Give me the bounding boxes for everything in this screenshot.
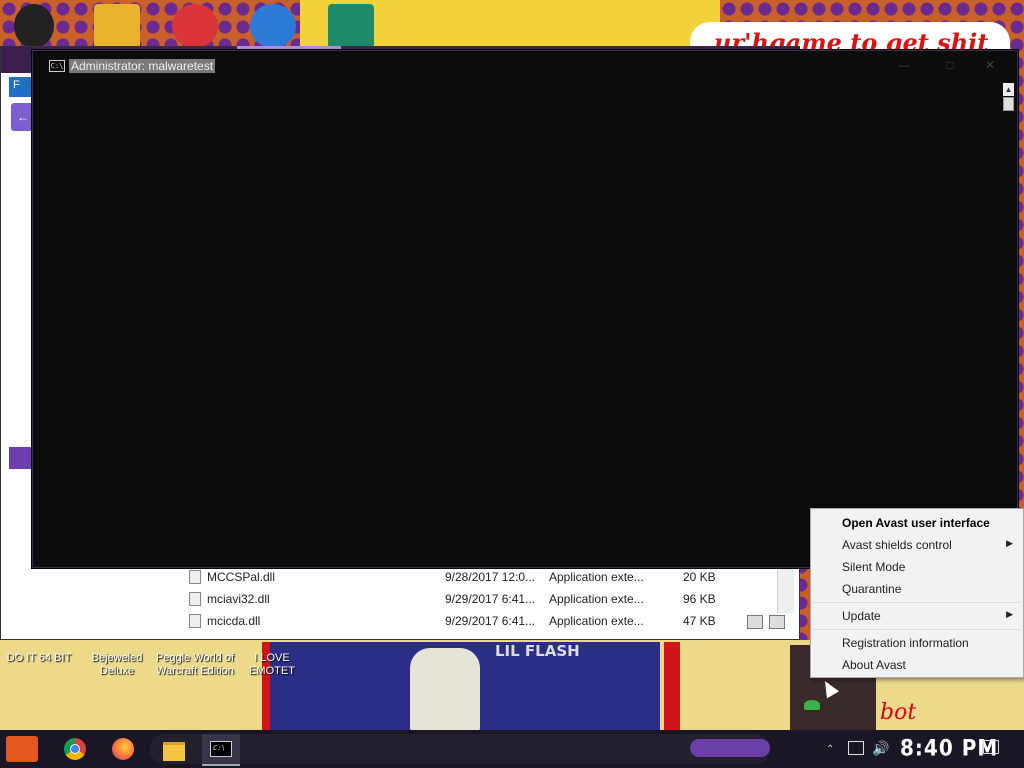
window-accent-bar [237, 46, 341, 49]
menu-item-label: Registration information [842, 636, 969, 650]
firefox-icon[interactable] [106, 734, 142, 764]
cmd-scrollbar[interactable]: ▲ [1001, 81, 1017, 567]
command-prompt-icon[interactable]: C:\ [49, 60, 65, 72]
dll-file-icon [189, 592, 201, 606]
menu-item-open-avast[interactable]: Open Avast user interface [811, 512, 1023, 534]
wallpaper-poster: LIL FLASH [270, 642, 660, 732]
desktop-icon-label[interactable]: I LOVE EMOTET [232, 652, 312, 678]
avast-tray-icon[interactable] [804, 700, 820, 710]
file-name: mciavi32.dll [207, 592, 270, 606]
shield-app-icon[interactable] [14, 4, 54, 48]
command-prompt-icon: C:\ [210, 741, 232, 757]
maximize-button[interactable]: □ [935, 55, 965, 75]
large-icons-view-icon[interactable] [769, 615, 785, 629]
details-view-icon[interactable] [747, 615, 763, 629]
publisher-icon[interactable] [328, 4, 374, 48]
wallpaper-red-bar [664, 642, 680, 732]
menu-item-update[interactable]: Update ▶ [811, 605, 1023, 627]
file-type: Application exte... [549, 592, 644, 606]
taskbar-search-strip [150, 734, 770, 764]
submenu-arrow-icon: ▶ [1006, 609, 1013, 619]
file-type: Application exte... [549, 570, 644, 584]
file-name: mcicda.dll [207, 614, 261, 628]
file-row[interactable]: mciavi32.dll 9/29/2017 6:41... Applicati… [169, 589, 777, 611]
menu-item-about-avast[interactable]: About Avast [811, 654, 1023, 676]
menu-item-shields-control[interactable]: Avast shields control ▶ [811, 534, 1023, 556]
menu-item-label: Update [842, 609, 881, 623]
command-prompt-taskbar-button[interactable]: C:\ [202, 734, 240, 766]
avast-context-menu: Open Avast user interface Avast shields … [810, 508, 1024, 678]
file-type: Application exte... [549, 614, 644, 628]
show-hidden-icons-icon[interactable]: ⌃ [826, 744, 834, 755]
file-size: 47 KB [683, 614, 716, 628]
start-icon[interactable] [6, 736, 38, 762]
file-explorer-icon[interactable] [156, 734, 192, 764]
menu-item-silent-mode[interactable]: Silent Mode [811, 556, 1023, 578]
desktop-icon-label[interactable]: Peggle World of Warcraft Edition [154, 652, 236, 678]
file-size: 96 KB [683, 592, 716, 606]
file-row[interactable]: mcicda.dll 9/29/2017 6:41... Application… [169, 611, 777, 631]
desktop-icon-label[interactable]: Bejeweled Deluxe [86, 652, 148, 678]
file-row[interactable]: MCCSPal.dll 9/28/2017 12:0... Applicatio… [169, 567, 777, 589]
menu-item-label: Quarantine [842, 582, 902, 596]
poster-title: LIL FLASH [495, 642, 580, 660]
menu-separator [813, 629, 1021, 630]
menu-item-quarantine[interactable]: Quarantine [811, 578, 1023, 600]
menu-separator [813, 602, 1021, 603]
close-button[interactable]: ✕ [975, 55, 1005, 75]
action-center-icon[interactable] [983, 740, 999, 754]
file-date: 9/29/2017 6:41... [445, 614, 536, 628]
volume-icon[interactable]: 🔊 [872, 740, 889, 757]
menu-item-label: Silent Mode [842, 560, 906, 574]
menu-item-label: About Avast [842, 658, 906, 672]
bejeweled-icon[interactable] [94, 4, 140, 48]
network-icon[interactable] [848, 741, 864, 755]
peggle-icon[interactable] [172, 4, 218, 48]
dll-file-icon [189, 570, 201, 584]
minimize-button[interactable]: — [889, 55, 919, 75]
scroll-up-icon[interactable]: ▲ [1003, 83, 1014, 96]
file-list: MCCSPal.dll 9/28/2017 12:0... Applicatio… [169, 567, 777, 633]
submenu-arrow-icon: ▶ [1006, 538, 1013, 548]
poster-figure [410, 648, 480, 732]
dll-file-icon [189, 614, 201, 628]
chrome-icon[interactable] [58, 734, 94, 764]
explorer-scrollbar[interactable] [777, 567, 794, 613]
menu-item-label: Open Avast user interface [842, 516, 990, 530]
taskbar: C:\ [0, 730, 1024, 768]
wallpaper-corner-text: bot [880, 700, 917, 725]
menu-item-registration[interactable]: Registration information [811, 632, 1023, 654]
file-size: 20 KB [683, 570, 716, 584]
command-prompt-window[interactable]: C:\ Administrator: malwaretest — □ ✕ ▲ [32, 46, 1018, 568]
taskbar-accent [690, 739, 770, 757]
file-name: MCCSPal.dll [207, 570, 276, 584]
desktop-icon-label[interactable]: DO IT 64 BIT [4, 652, 74, 665]
window-title: Administrator: malwaretest [69, 59, 216, 73]
file-date: 9/29/2017 6:41... [445, 592, 536, 606]
peggle-blast-icon[interactable] [250, 4, 296, 48]
file-date: 9/28/2017 12:0... [445, 570, 536, 584]
scroll-thumb[interactable] [1003, 97, 1014, 111]
cmd-titlebar[interactable]: C:\ Administrator: malwaretest — □ ✕ [33, 51, 1017, 81]
menu-item-label: Avast shields control [842, 538, 952, 552]
